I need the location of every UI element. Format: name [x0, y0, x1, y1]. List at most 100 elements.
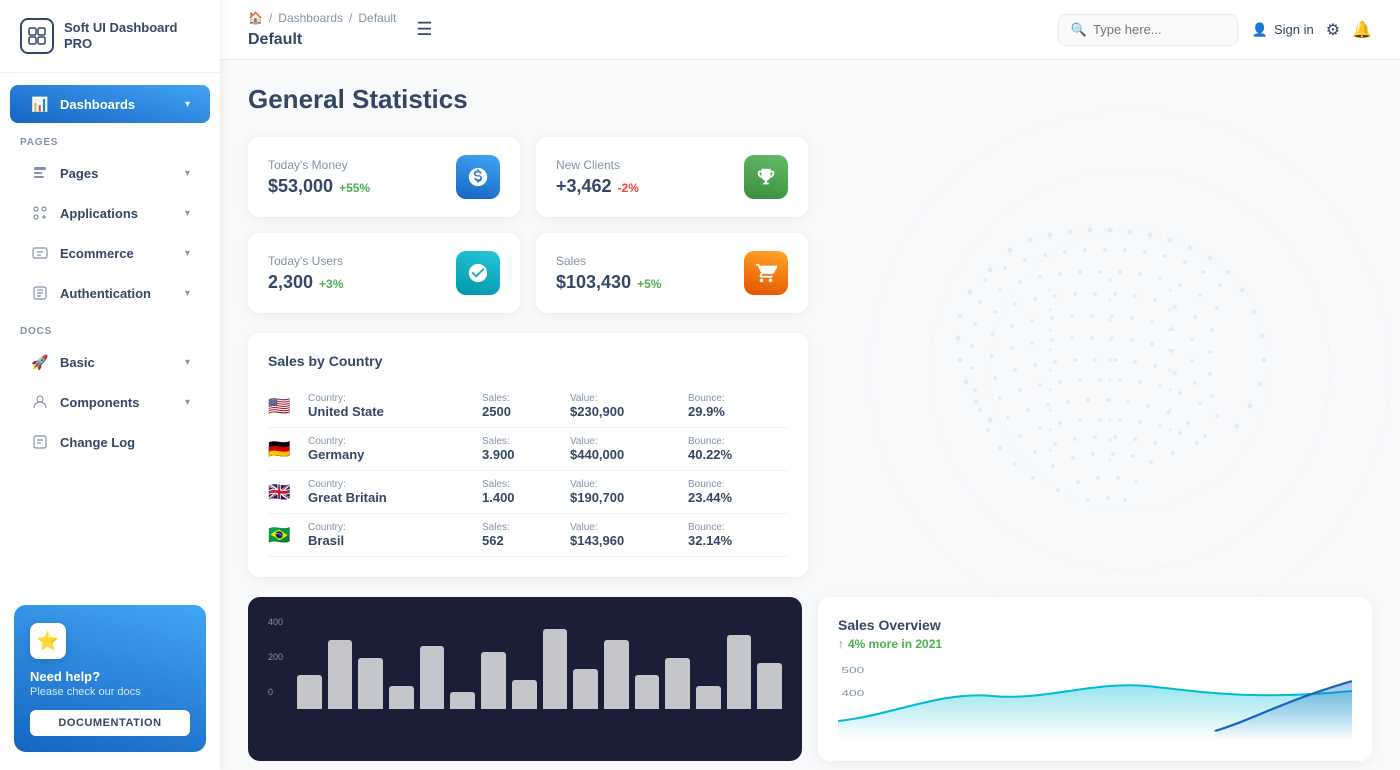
topbar-right: 🔍 👤 Sign in ⚙ 🔔: [1058, 14, 1372, 46]
stat-card-clients: New Clients +3,462 -2%: [536, 137, 808, 217]
menu-toggle-icon[interactable]: ☰: [416, 19, 432, 40]
country-value: $190,700: [570, 490, 680, 505]
country-col-label: Country:: [308, 522, 474, 533]
sidebar-item-label: Change Log: [60, 435, 135, 450]
bar: [328, 640, 353, 709]
search-icon: 🔍: [1071, 22, 1087, 38]
stat-value-users: 2,300: [268, 272, 313, 293]
sales-col-label: Sales:: [482, 522, 562, 533]
country-name: Great Britain: [308, 490, 474, 505]
country-value: $230,900: [570, 404, 680, 419]
main-area: 🏠 / Dashboards / Default Default ☰ 🔍 👤 S…: [220, 0, 1400, 770]
country-table: 🇺🇸 Country: United State Sales: 2500 Val…: [268, 385, 788, 557]
sidebar-item-label: Applications: [60, 206, 138, 221]
help-subtitle: Please check our docs: [30, 686, 190, 698]
bar: [450, 692, 475, 709]
search-box[interactable]: 🔍: [1058, 14, 1238, 46]
stat-value-money: $53,000: [268, 176, 333, 197]
chevron-down-icon: ▾: [185, 397, 190, 408]
app-name: Soft UI Dashboard PRO: [64, 20, 200, 51]
chevron-down-icon: ▾: [185, 357, 190, 368]
country-flag: 🇬🇧: [268, 482, 300, 503]
bar: [665, 658, 690, 709]
sales-overview-subtitle: ↑ 4% more in 2021: [838, 637, 1352, 651]
sidebar: Soft UI Dashboard PRO 📊 Dashboards ▾ PAG…: [0, 0, 220, 770]
page-main-title: General Statistics: [248, 84, 1372, 115]
stat-label-sales: Sales: [556, 254, 661, 268]
signin-label: Sign in: [1274, 22, 1314, 37]
stat-label-clients: New Clients: [556, 158, 639, 172]
sidebar-item-ecommerce[interactable]: Ecommerce ▾: [10, 234, 210, 272]
help-title: Need help?: [30, 669, 190, 684]
country-col-label: Country:: [308, 393, 474, 404]
country-section: Sales by Country 🇺🇸 Country: United Stat…: [248, 333, 808, 577]
breadcrumb-dashboards[interactable]: Dashboards: [278, 11, 343, 25]
sales-overview-title: Sales Overview: [838, 617, 1352, 633]
bar: [389, 686, 414, 709]
value-col-label: Value:: [570, 522, 680, 533]
stat-icon-money: [456, 155, 500, 199]
help-card: ⭐ Need help? Please check our docs DOCUM…: [14, 605, 206, 752]
topbar: 🏠 / Dashboards / Default Default ☰ 🔍 👤 S…: [220, 0, 1400, 60]
signin-button[interactable]: 👤 Sign in: [1252, 22, 1314, 38]
settings-icon[interactable]: ⚙: [1326, 20, 1340, 40]
bar: [420, 646, 445, 709]
bar: [757, 663, 782, 709]
sidebar-item-label: Basic: [60, 355, 95, 370]
trend-up-icon: ↑: [838, 637, 844, 651]
section-pages-label: PAGES: [0, 125, 220, 152]
value-col-label: Value:: [570, 436, 680, 447]
sidebar-item-pages[interactable]: Pages ▾: [10, 154, 210, 192]
sales-overview-card: Sales Overview ↑ 4% more in 2021: [818, 597, 1372, 761]
y-axis-labels: 400 200 0: [268, 617, 283, 697]
bar: [358, 658, 383, 709]
stat-label-money: Today's Money: [268, 158, 370, 172]
country-value: $440,000: [570, 447, 680, 462]
bounce-col-label: Bounce:: [688, 522, 788, 533]
y-label-200: 200: [268, 652, 283, 662]
sidebar-item-basic[interactable]: 🚀 Basic ▾: [10, 343, 210, 381]
chevron-down-icon: ▾: [185, 99, 190, 110]
sidebar-item-applications[interactable]: Applications ▾: [10, 194, 210, 232]
bounce-value: 29.9%: [688, 404, 788, 419]
search-input[interactable]: [1093, 22, 1223, 37]
changelog-icon: [30, 432, 50, 452]
svg-text:500: 500: [841, 667, 864, 676]
y-label-400: 400: [268, 617, 283, 627]
home-icon: 🏠: [248, 11, 263, 25]
sidebar-item-dashboards[interactable]: 📊 Dashboards ▾: [10, 85, 210, 123]
breadcrumb-current: Default: [358, 11, 396, 25]
country-flag: 🇧🇷: [268, 525, 300, 546]
authentication-icon: [30, 283, 50, 303]
bar: [512, 680, 537, 709]
sidebar-item-changelog[interactable]: Change Log: [10, 423, 210, 461]
bar: [696, 686, 721, 709]
bell-icon[interactable]: 🔔: [1352, 20, 1372, 40]
stat-label-users: Today's Users: [268, 254, 343, 268]
sidebar-logo: Soft UI Dashboard PRO: [0, 0, 220, 73]
bar: [604, 640, 629, 709]
help-star-icon: ⭐: [30, 623, 66, 659]
sidebar-item-label: Ecommerce: [60, 246, 134, 261]
content-wrapper: General Statistics Today's Money $53,000…: [248, 84, 1372, 761]
bar: [727, 635, 752, 709]
sidebar-item-authentication[interactable]: Authentication ▾: [10, 274, 210, 312]
sidebar-item-components[interactable]: Components ▾: [10, 383, 210, 421]
sales-col-label: Sales:: [482, 436, 562, 447]
country-value: $143,960: [570, 533, 680, 548]
country-flag: 🇺🇸: [268, 396, 300, 417]
basic-icon: 🚀: [30, 352, 50, 372]
logo-icon: [20, 18, 54, 54]
stat-card-money: Today's Money $53,000 +55%: [248, 137, 520, 217]
country-col-label: Country:: [308, 479, 474, 490]
stat-icon-clients: [744, 155, 788, 199]
country-name: United State: [308, 404, 474, 419]
sales-value: 2500: [482, 404, 562, 419]
bounce-col-label: Bounce:: [688, 436, 788, 447]
topbar-actions: 👤 Sign in ⚙ 🔔: [1252, 20, 1372, 40]
country-col-label: Country:: [308, 436, 474, 447]
documentation-button[interactable]: DOCUMENTATION: [30, 710, 190, 736]
charts-row: 400 200 0 Sales Overview ↑ 4%: [248, 597, 1372, 761]
stat-change-money: +55%: [339, 181, 370, 195]
country-row: 🇬🇧 Country: Great Britain Sales: 1.400 V…: [268, 471, 788, 514]
